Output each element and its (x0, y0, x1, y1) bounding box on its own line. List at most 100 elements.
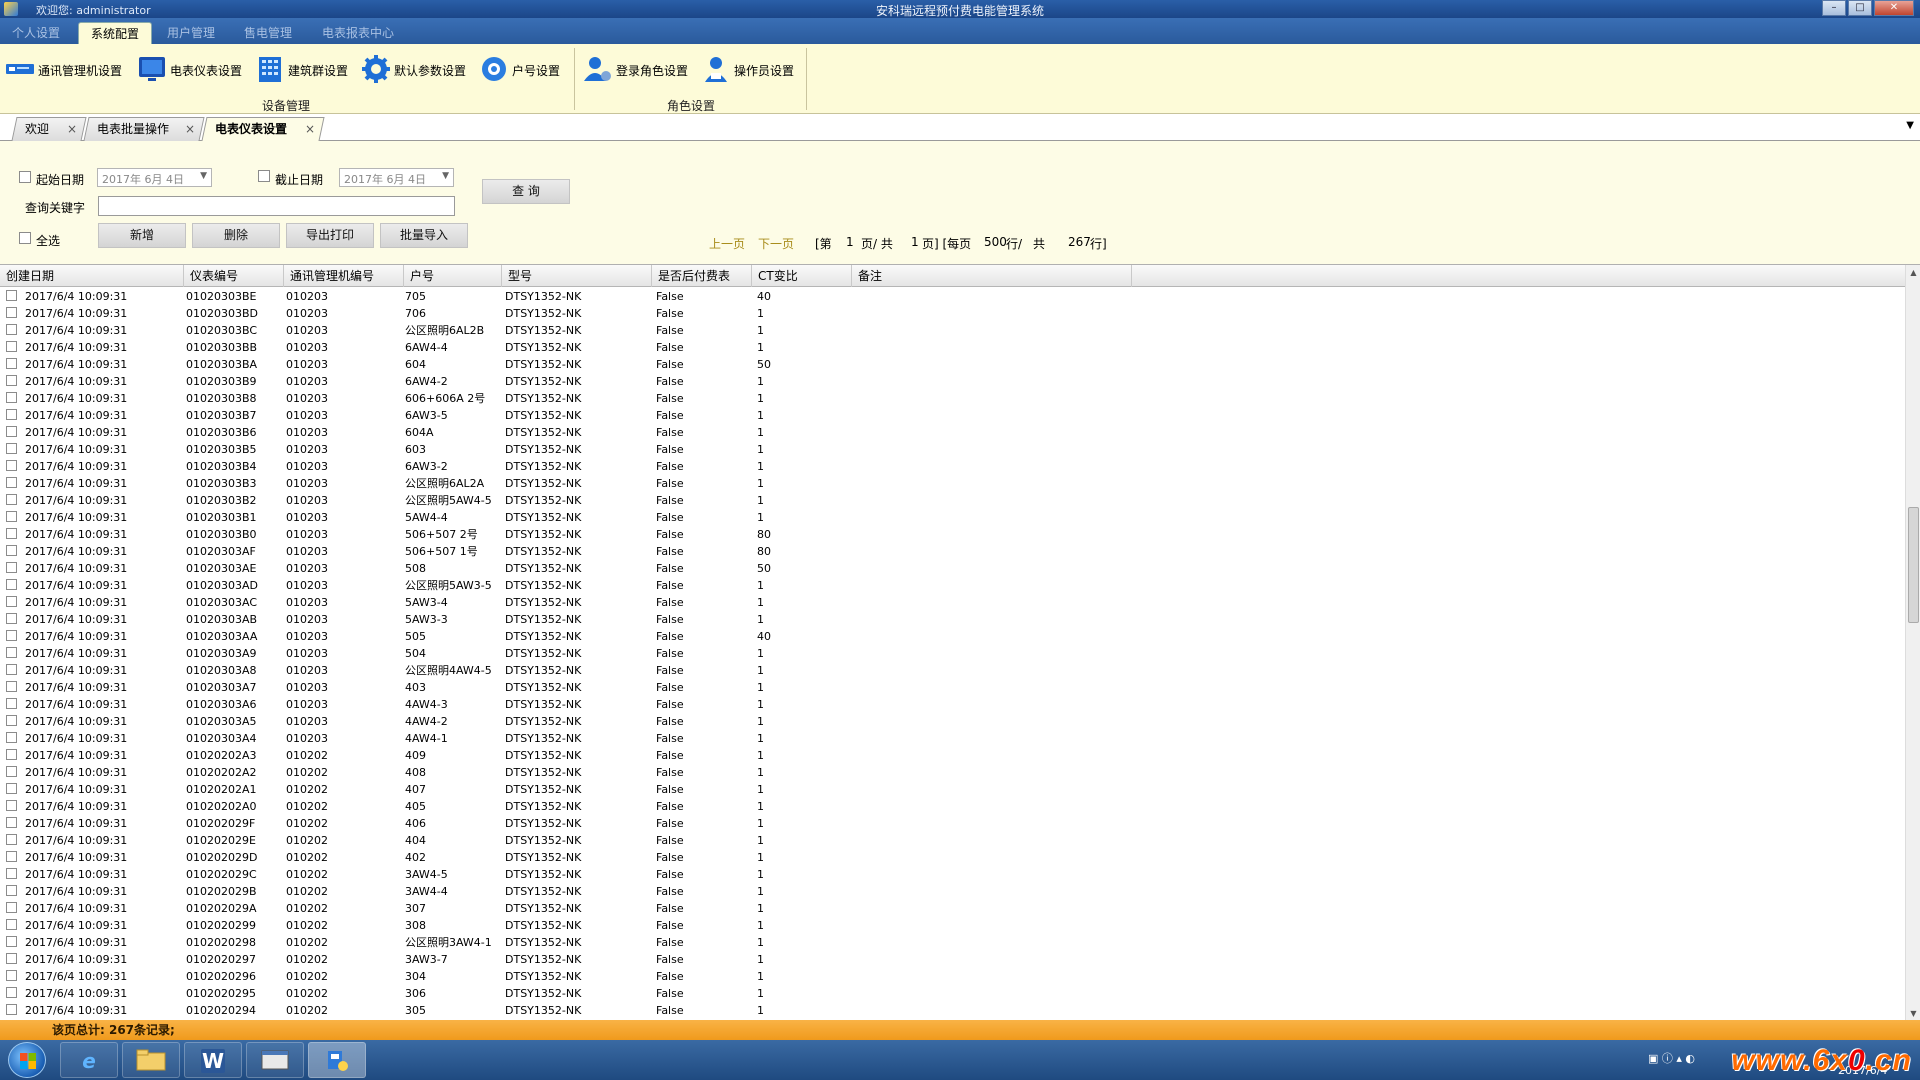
table-row[interactable]: 2017/6/4 10:09:31 0102020298 010202 公区照明3AW… (0, 934, 1905, 951)
vertical-scrollbar[interactable]: ▲ ▼ (1905, 265, 1920, 1020)
batch-import-button[interactable]: 批量导入 (380, 223, 468, 248)
close-button[interactable]: ✕ (1874, 0, 1914, 16)
row-checkbox[interactable] (6, 664, 17, 675)
select-all-checkbox[interactable] (19, 232, 31, 244)
scroll-thumb[interactable] (1908, 507, 1919, 623)
row-checkbox[interactable] (6, 783, 17, 794)
row-checkbox[interactable] (6, 596, 17, 607)
row-checkbox[interactable] (6, 834, 17, 845)
table-row[interactable]: 2017/6/4 10:09:31 0102020295 010202 306 DTSY… (0, 985, 1905, 1002)
table-row[interactable]: 2017/6/4 10:09:31 01020202A1 010202 407 DTSY… (0, 781, 1905, 798)
menu-sales-management[interactable]: 售电管理 (232, 22, 304, 44)
row-checkbox[interactable] (6, 341, 17, 352)
column-header-model[interactable]: 型号 (502, 265, 652, 287)
query-button[interactable]: 查 询 (482, 179, 570, 204)
row-checkbox[interactable] (6, 766, 17, 777)
row-checkbox[interactable] (6, 970, 17, 981)
row-checkbox[interactable] (6, 290, 17, 301)
row-checkbox[interactable] (6, 715, 17, 726)
menu-user-management[interactable]: 用户管理 (155, 22, 227, 44)
menu-system-config[interactable]: 系统配置 (78, 22, 153, 44)
table-row[interactable]: 2017/6/4 10:09:31 01020303B1 010203 5AW4-4 D… (0, 509, 1905, 526)
table-row[interactable]: 2017/6/4 10:09:31 01020303B5 010203 603 DTSY… (0, 441, 1905, 458)
taskbar-explorer-button[interactable] (122, 1042, 180, 1078)
table-row[interactable]: 2017/6/4 10:09:31 01020202A0 010202 405 DTSY… (0, 798, 1905, 815)
row-checkbox[interactable] (6, 1004, 17, 1015)
row-checkbox[interactable] (6, 443, 17, 454)
menu-personal-settings[interactable]: 个人设置 (0, 22, 72, 44)
row-checkbox[interactable] (6, 681, 17, 692)
row-checkbox[interactable] (6, 817, 17, 828)
operator-settings-button[interactable]: 操作员设置 (702, 56, 794, 84)
row-checkbox[interactable] (6, 630, 17, 641)
table-row[interactable]: 2017/6/4 10:09:31 01020303A7 010203 403 DTSY… (0, 679, 1905, 696)
row-checkbox[interactable] (6, 545, 17, 556)
row-checkbox[interactable] (6, 426, 17, 437)
table-row[interactable]: 2017/6/4 10:09:31 01020303B0 010203 506+507… (0, 526, 1905, 543)
row-checkbox[interactable] (6, 936, 17, 947)
row-checkbox[interactable] (6, 528, 17, 539)
tab-meter-batch[interactable]: 电表批量操作 × (83, 117, 205, 141)
table-row[interactable]: 2017/6/4 10:09:31 01020303A6 010203 4AW4-3 D… (0, 696, 1905, 713)
row-checkbox[interactable] (6, 460, 17, 471)
end-date-checkbox[interactable] (258, 170, 270, 182)
table-row[interactable]: 2017/6/4 10:09:31 01020303B7 010203 6AW3-5 D… (0, 407, 1905, 424)
table-row[interactable]: 2017/6/4 10:09:31 010202029F 010202 406 DTSY… (0, 815, 1905, 832)
row-checkbox[interactable] (6, 919, 17, 930)
minimize-button[interactable]: – (1822, 0, 1846, 16)
table-row[interactable]: 2017/6/4 10:09:31 01020303AC 010203 5AW3-4 D… (0, 594, 1905, 611)
table-row[interactable]: 2017/6/4 10:09:31 01020303B4 010203 6AW3-2 D… (0, 458, 1905, 475)
column-header-created-date[interactable]: 创建日期 (0, 265, 184, 287)
login-role-settings-button[interactable]: 登录角色设置 (582, 56, 688, 84)
row-checkbox[interactable] (6, 324, 17, 335)
taskbar-ie-button[interactable]: e (60, 1042, 118, 1078)
row-checkbox[interactable] (6, 902, 17, 913)
tab-meter-settings[interactable]: 电表仪表设置 × (201, 117, 325, 141)
row-checkbox[interactable] (6, 494, 17, 505)
scroll-down-icon[interactable]: ▼ (1906, 1006, 1920, 1020)
row-checkbox[interactable] (6, 647, 17, 658)
row-checkbox[interactable] (6, 868, 17, 879)
table-row[interactable]: 2017/6/4 10:09:31 01020303A4 010203 4AW4-1 D… (0, 730, 1905, 747)
table-row[interactable]: 2017/6/4 10:09:31 01020303B2 010203 公区照明5AW… (0, 492, 1905, 509)
table-row[interactable]: 2017/6/4 10:09:31 01020303AE 010203 508 DTSY… (0, 560, 1905, 577)
delete-button[interactable]: 删除 (192, 223, 280, 248)
table-row[interactable]: 2017/6/4 10:09:31 01020303A8 010203 公区照明4AW… (0, 662, 1905, 679)
table-row[interactable]: 2017/6/4 10:09:31 01020303A9 010203 504 DTSY… (0, 645, 1905, 662)
tray-icons[interactable]: ▣ ⓘ ▴ ◐ (1648, 1050, 1695, 1066)
start-date-checkbox[interactable] (19, 171, 31, 183)
row-checkbox[interactable] (6, 477, 17, 488)
meter-settings-button[interactable]: 电表仪表设置 (138, 56, 242, 84)
tab-welcome[interactable]: 欢迎 × (11, 117, 87, 141)
column-header-remark[interactable]: 备注 (852, 265, 1132, 287)
row-checkbox[interactable] (6, 698, 17, 709)
taskbar-meter-system-button[interactable] (308, 1042, 366, 1078)
column-header-postpaid[interactable]: 是否后付费表 (652, 265, 752, 287)
next-page-link[interactable]: 下一页 (758, 235, 794, 252)
table-row[interactable]: 2017/6/4 10:09:31 01020303BD 010203 706 DTSY… (0, 305, 1905, 322)
table-row[interactable]: 2017/6/4 10:09:31 01020303AA 010203 505 DTSY… (0, 628, 1905, 645)
row-checkbox[interactable] (6, 562, 17, 573)
close-icon[interactable]: × (305, 118, 315, 140)
column-header-comm-manager-id[interactable]: 通讯管理机编号 (284, 265, 404, 287)
table-row[interactable]: 2017/6/4 10:09:31 01020303BC 010203 公区照明6AL… (0, 322, 1905, 339)
table-row[interactable]: 2017/6/4 10:09:31 01020303B8 010203 606+606… (0, 390, 1905, 407)
start-date-picker[interactable]: 2017年 6月 4日 ▼ (97, 168, 212, 187)
table-row[interactable]: 2017/6/4 10:09:31 010202029B 010202 3AW4-4 D… (0, 883, 1905, 900)
row-checkbox[interactable] (6, 307, 17, 318)
table-row[interactable]: 2017/6/4 10:09:31 01020202A3 010202 409 DTSY… (0, 747, 1905, 764)
row-checkbox[interactable] (6, 953, 17, 964)
row-checkbox[interactable] (6, 800, 17, 811)
scroll-up-icon[interactable]: ▲ (1906, 265, 1920, 280)
comm-manager-settings-button[interactable]: 通讯管理机设置 (6, 56, 122, 84)
maximize-button[interactable]: □ (1848, 0, 1872, 16)
column-header-household[interactable]: 户号 (404, 265, 502, 287)
taskbar-word-button[interactable]: W (184, 1042, 242, 1078)
keyword-input[interactable] (98, 196, 455, 216)
prev-page-link[interactable]: 上一页 (709, 235, 745, 252)
column-header-meter-id[interactable]: 仪表编号 (184, 265, 284, 287)
row-checkbox[interactable] (6, 409, 17, 420)
row-checkbox[interactable] (6, 511, 17, 522)
table-row[interactable]: 2017/6/4 10:09:31 010202029D 010202 402 DTSY… (0, 849, 1905, 866)
table-row[interactable]: 2017/6/4 10:09:31 01020303BA 010203 604 DTSY… (0, 356, 1905, 373)
